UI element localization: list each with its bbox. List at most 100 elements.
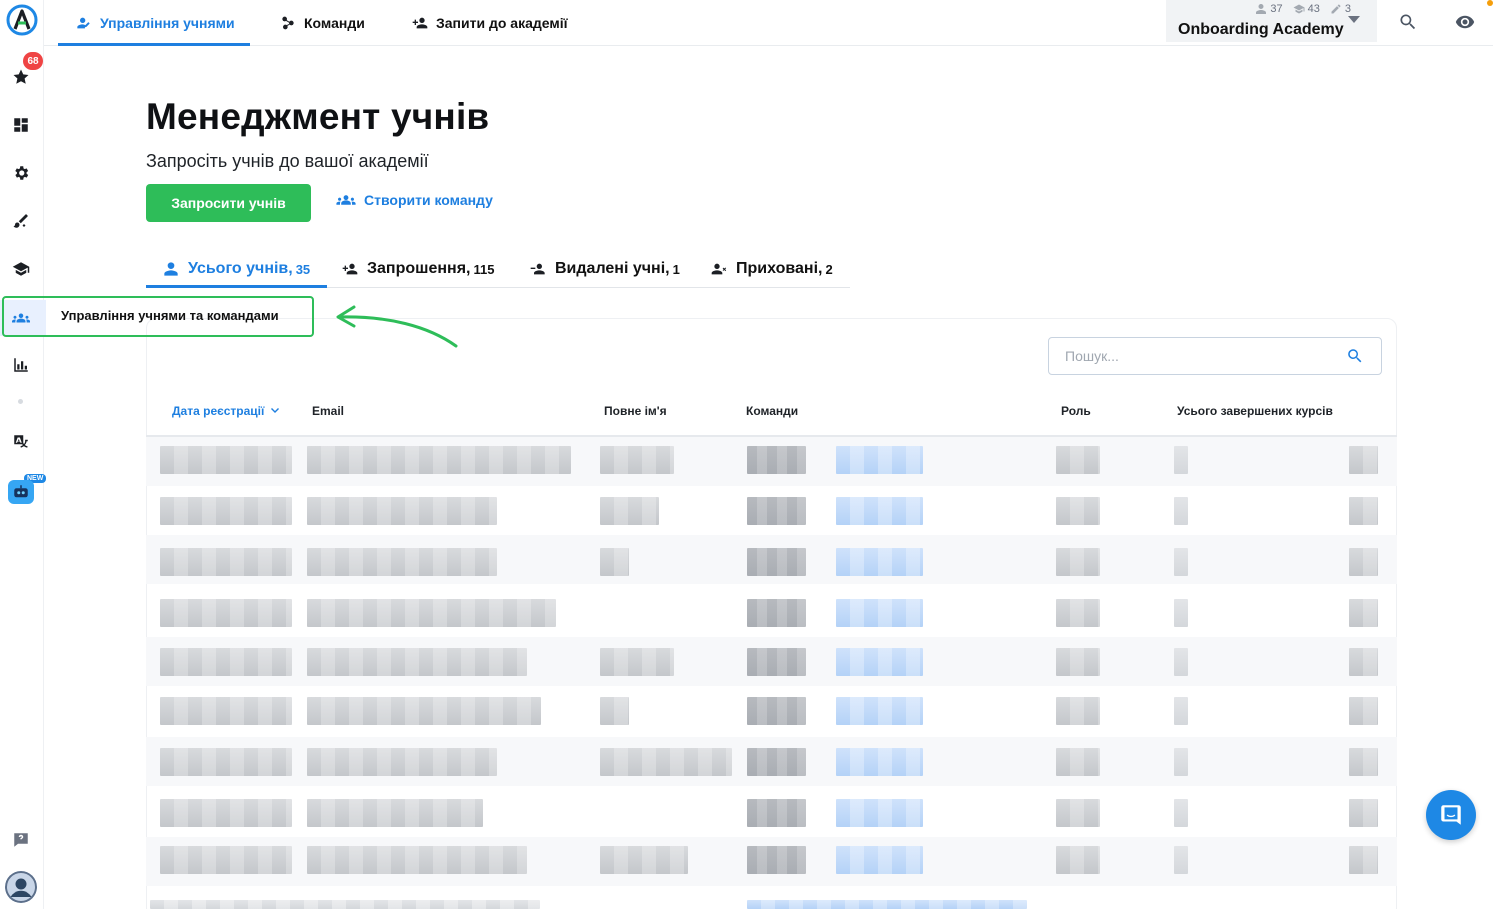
blurred-cell	[836, 599, 923, 627]
column-header-teams[interactable]: Команди	[746, 404, 798, 418]
sidebar-item-translations[interactable]	[8, 429, 34, 455]
invite-students-button[interactable]: Запросити учнів	[146, 184, 311, 222]
blurred-cell	[1174, 799, 1188, 827]
page-title: Менеджмент учнів	[146, 96, 490, 137]
create-team-button[interactable]: Створити команду	[336, 192, 493, 208]
hidden-people-icon	[711, 263, 727, 275]
academy-switcher[interactable]: 37 43 3 Onboarding Academy	[1166, 0, 1377, 42]
annotation-arrow-icon	[336, 305, 458, 348]
academy-logo-icon[interactable]	[6, 4, 38, 36]
global-search-button[interactable]	[1396, 10, 1420, 34]
page-subtitle: Запросіть учнів до вашої академії	[146, 151, 429, 171]
sidebar-item-ai-assistant[interactable]	[8, 480, 34, 504]
blurred-cell	[836, 497, 923, 525]
blurred-cell	[1349, 599, 1378, 627]
blurred-cell	[150, 900, 540, 909]
blurred-cell	[1056, 548, 1100, 576]
column-header-full-name[interactable]: Повне ім'я	[604, 404, 667, 418]
graduation-cap-icon	[12, 262, 30, 276]
blurred-cell	[307, 697, 541, 725]
blurred-cell	[600, 548, 629, 576]
preview-button[interactable]	[1453, 10, 1477, 34]
blurred-cell	[1349, 697, 1378, 725]
blurred-cell	[836, 548, 923, 576]
blurred-cell	[600, 648, 674, 676]
tab-hidden-students[interactable]: Приховані, 2	[710, 260, 833, 278]
blurred-cell	[600, 846, 688, 874]
topnav-tab-academy-requests[interactable]: Запити до академії	[412, 0, 568, 46]
notification-dot	[1487, 0, 1493, 6]
tab-count: 2	[825, 261, 833, 277]
blurred-cell	[836, 697, 923, 725]
user-avatar[interactable]	[5, 871, 37, 903]
blurred-cell	[600, 748, 732, 776]
blurred-cell	[836, 648, 923, 676]
tab-all-students[interactable]: Усього учнів, 35	[162, 260, 310, 278]
support-chat-button[interactable]	[1426, 790, 1476, 840]
blurred-cell	[1349, 748, 1378, 776]
topnav-tab-teams[interactable]: Команди	[280, 0, 365, 46]
search-input[interactable]	[1049, 338, 1339, 374]
blurred-cell	[1174, 697, 1188, 725]
academy-stats: 37 43 3	[1166, 3, 1351, 15]
sidebar-item-analytics[interactable]	[8, 352, 34, 378]
bar-chart-icon	[14, 358, 28, 372]
top-navigation-bar: Управління учнями Команди Запити до акад…	[44, 0, 1493, 46]
blurred-cell	[600, 497, 659, 525]
blurred-cell	[747, 846, 806, 874]
sidebar-item-help[interactable]	[8, 827, 34, 853]
stat-students: 37	[1255, 3, 1283, 15]
pencil-icon	[1331, 4, 1341, 14]
tab-label: Усього учнів,	[188, 260, 293, 277]
chevron-down-icon	[1348, 16, 1360, 23]
blurred-cell	[1056, 599, 1100, 627]
student-manage-icon	[77, 17, 90, 29]
sidebar-tooltip-text: Управління учнями та командами	[61, 308, 279, 323]
sidebar: 68 NEW	[0, 0, 47, 909]
people-icon	[336, 195, 356, 205]
blurred-cell	[160, 748, 292, 776]
blurred-cell	[747, 748, 806, 776]
search-icon[interactable]	[1346, 347, 1366, 367]
blurred-cell	[160, 846, 292, 874]
teams-icon	[282, 16, 294, 30]
blurred-cell	[307, 599, 556, 627]
sidebar-item-design[interactable]	[8, 208, 34, 234]
sidebar-item-settings[interactable]	[8, 160, 34, 186]
topnav-tab-label: Запити до академії	[436, 15, 568, 31]
remove-person-icon	[530, 263, 545, 275]
blurred-cell	[747, 446, 806, 474]
blurred-cell	[747, 648, 806, 676]
blurred-cell	[747, 497, 806, 525]
blurred-cell	[1056, 446, 1100, 474]
blurred-cell	[160, 497, 292, 525]
help-icon	[14, 833, 28, 847]
blurred-cell	[1174, 446, 1188, 474]
translate-icon	[14, 435, 28, 448]
tab-invitations[interactable]: Запрошення, 115	[341, 260, 494, 278]
column-header-registration-date[interactable]: Дата реєстрації	[172, 404, 280, 418]
blurred-cell	[307, 497, 497, 525]
tab-label: Запрошення,	[367, 260, 471, 277]
blurred-cell	[600, 697, 629, 725]
blurred-cell	[1174, 748, 1188, 776]
tab-count: 1	[672, 261, 680, 277]
search-box[interactable]	[1048, 337, 1382, 375]
tab-label: Приховані,	[736, 260, 823, 277]
robot-icon	[14, 485, 28, 498]
blurred-cell	[1174, 497, 1188, 525]
sidebar-item-dashboard[interactable]	[8, 112, 34, 138]
app-root: 68 NEW Управління учнями Команди Запити …	[0, 0, 1493, 909]
tab-active-underline	[146, 285, 327, 288]
person-icon	[164, 262, 178, 276]
column-header-email[interactable]: Email	[312, 404, 344, 418]
tab-deleted-students[interactable]: Видалені учні, 1	[529, 260, 680, 278]
blurred-cell	[307, 799, 483, 827]
topnav-tab-manage-students[interactable]: Управління учнями	[76, 0, 235, 46]
column-header-completed-courses[interactable]: Усього завершених курсів	[1177, 404, 1333, 418]
blurred-cell	[160, 697, 292, 725]
star-icon	[13, 69, 29, 84]
column-header-role[interactable]: Роль	[1061, 404, 1091, 418]
sidebar-item-courses[interactable]	[8, 256, 34, 282]
blurred-cell	[307, 846, 527, 874]
